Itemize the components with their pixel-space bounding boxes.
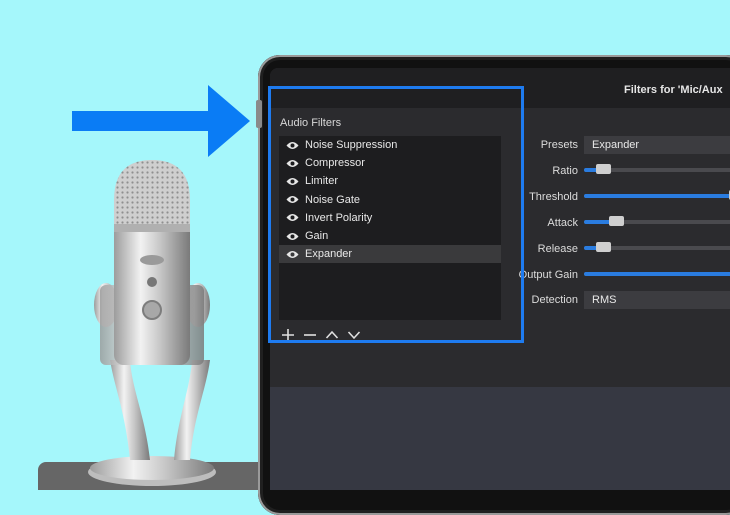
filter-item-label: Noise Gate — [305, 193, 361, 206]
filter-item-noise-gate[interactable]: Noise Gate — [279, 191, 501, 209]
laptop-side-button — [256, 100, 262, 128]
chevron-up-icon — [325, 330, 339, 339]
filter-list-toolbar — [280, 327, 362, 343]
audio-filters-list[interactable]: Noise Suppression Compressor Limiter Noi… — [279, 136, 501, 320]
slider-handle[interactable] — [609, 216, 624, 226]
slider-handle[interactable] — [596, 242, 612, 252]
window-title: Filters for 'Mic/Aux — [624, 84, 723, 96]
filter-item-invert-polarity[interactable]: Invert Polarity — [279, 209, 501, 227]
window-titlebar: Filters for 'Mic/Aux — [270, 68, 730, 108]
filters-window: Filters for 'Mic/Aux Audio Filters Noise… — [270, 68, 730, 490]
minus-icon — [304, 334, 316, 336]
move-filter-up-button[interactable] — [324, 327, 340, 343]
output-gain-slider[interactable] — [584, 268, 730, 280]
filter-item-expander[interactable]: Expander — [279, 245, 501, 264]
eye-icon[interactable] — [286, 159, 299, 168]
microphone-image — [88, 160, 216, 486]
add-filter-button[interactable] — [280, 327, 296, 343]
move-filter-down-button[interactable] — [346, 327, 362, 343]
eye-icon[interactable] — [286, 141, 299, 150]
attack-slider[interactable] — [584, 216, 730, 228]
presets-label: Presets — [540, 139, 578, 151]
slider-fill — [584, 272, 730, 276]
arrow-pointer-icon — [72, 85, 250, 157]
filter-item-compressor[interactable]: Compressor — [279, 154, 501, 172]
ratio-label: Ratio — [552, 165, 578, 177]
plus-icon — [282, 329, 294, 341]
eye-icon[interactable] — [286, 213, 299, 222]
threshold-slider[interactable] — [584, 190, 730, 202]
window-lower-panel — [270, 387, 730, 490]
chevron-down-icon — [347, 331, 361, 340]
eye-icon[interactable] — [286, 250, 299, 259]
eye-icon[interactable] — [286, 177, 299, 186]
ratio-slider[interactable] — [584, 164, 730, 176]
filter-item-label: Expander — [305, 248, 353, 261]
filter-item-limiter[interactable]: Limiter — [279, 172, 501, 190]
attack-label: Attack — [547, 217, 578, 229]
filter-item-label: Invert Polarity — [305, 211, 373, 224]
filter-item-gain[interactable]: Gain — [279, 227, 501, 245]
output-gain-label: Output Gain — [518, 269, 578, 281]
threshold-label: Threshold — [529, 191, 578, 203]
detection-select[interactable]: RMS — [584, 291, 730, 309]
slider-handle[interactable] — [596, 164, 612, 174]
release-label: Release — [537, 243, 578, 255]
filter-item-label: Compressor — [305, 157, 365, 170]
remove-filter-button[interactable] — [302, 327, 318, 343]
filter-item-label: Noise Suppression — [305, 139, 398, 152]
release-slider[interactable] — [584, 242, 730, 254]
eye-icon[interactable] — [286, 232, 299, 241]
filter-item-label: Gain — [305, 230, 329, 243]
presets-select[interactable]: Expander — [584, 136, 730, 154]
window-body: Audio Filters Noise Suppression Compress… — [270, 108, 730, 490]
filter-item-noise-suppression[interactable]: Noise Suppression — [279, 136, 501, 154]
eye-icon[interactable] — [286, 195, 299, 204]
filter-item-label: Limiter — [305, 175, 339, 188]
audio-filters-heading: Audio Filters — [280, 117, 342, 129]
slider-fill — [584, 194, 730, 198]
detection-label: Detection — [531, 294, 578, 306]
